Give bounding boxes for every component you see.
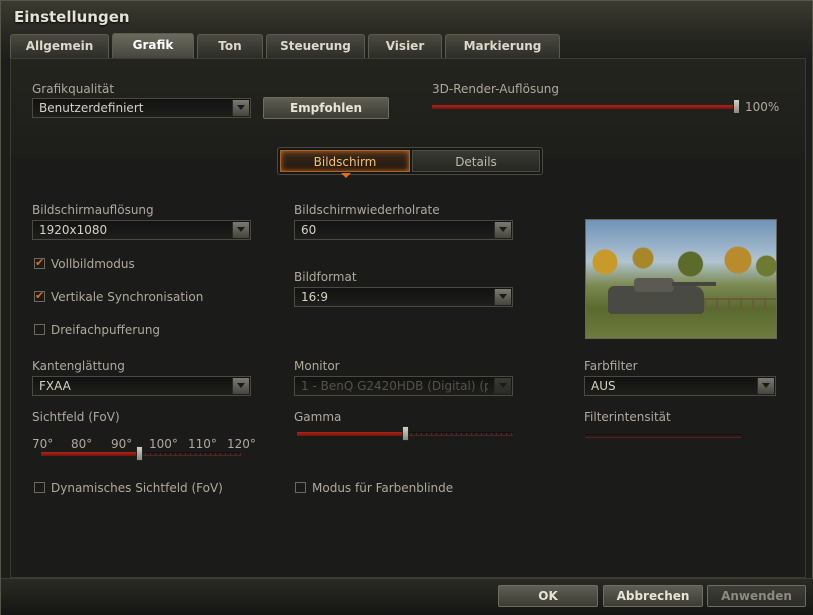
dynamic-fov-checkbox[interactable]: Dynamisches Sichtfeld (FoV) [34,481,254,495]
chevron-down-icon[interactable] [494,289,511,305]
fullscreen-checkbox[interactable]: Vollbildmodus [34,256,234,271]
chevron-down-icon[interactable] [232,100,249,116]
colorblind-checkbox[interactable]: Modus für Farbenblinde [295,481,495,495]
apply-button[interactable]: Anwenden [707,585,806,607]
preview-image [585,219,777,339]
vsync-checkbox[interactable]: Vertikale Synchronisation [34,289,254,304]
gun-shape [672,282,716,286]
graphics-quality-select[interactable]: Benutzerdefiniert [32,98,251,118]
chevron-down-icon[interactable] [232,222,249,238]
settings-panel: Grafikqualität Benutzerdefiniert Empfohl… [10,58,806,578]
checkbox-icon[interactable] [295,482,306,493]
window-title: Einstellungen [14,8,130,26]
chevron-down-icon[interactable] [494,222,511,238]
turret-shape [634,278,674,292]
ok-button[interactable]: OK [498,585,598,607]
resolution-value: 1920x1080 [39,223,108,237]
tab-visier[interactable]: Visier [368,34,442,58]
settings-window: Einstellungen Allgemein Grafik Ton Steue… [0,0,813,615]
slider-thumb[interactable] [733,99,740,114]
monitor-select: 1 - BenQ G2420HDB (Digital) (prima [294,376,513,396]
color-filter-select[interactable]: AUS [584,376,776,396]
triple-buffering-checkbox[interactable]: Dreifachpufferung [34,323,234,337]
slider-thumb[interactable] [402,426,409,441]
aspect-ratio-select[interactable]: 16:9 [294,287,513,307]
fov-slider[interactable] [41,446,241,461]
monitor-value: 1 - BenQ G2420HDB (Digital) (prima [301,379,488,393]
antialiasing-label: Kantenglättung [32,359,125,373]
vsync-label: Vertikale Synchronisation [51,290,204,304]
graphics-quality-label: Grafikqualität [32,82,115,96]
checkbox-icon[interactable] [34,256,45,269]
checkbox-icon[interactable] [34,324,45,335]
triple-buffering-label: Dreifachpufferung [51,323,161,337]
tab-details[interactable]: Details [412,150,540,172]
recommended-button[interactable]: Empfohlen [263,97,389,119]
render-resolution-slider[interactable] [432,99,740,114]
monitor-label: Monitor [294,359,340,373]
chevron-down-icon [494,378,511,394]
aspect-ratio-label: Bildformat [294,270,357,284]
tab-steuerung[interactable]: Steuerung [266,34,365,58]
resolution-select[interactable]: 1920x1080 [32,220,251,240]
slider-fill [432,105,733,109]
gamma-slider[interactable] [297,426,513,441]
colorblind-label: Modus für Farbenblinde [312,481,454,495]
color-filter-value: AUS [591,379,616,393]
aspect-ratio-value: 16:9 [301,290,328,304]
fence-shape [704,298,776,310]
slider-thumb[interactable] [136,446,143,461]
refresh-rate-select[interactable]: 60 [294,220,513,240]
slider-fill [41,452,136,456]
slider-track [585,434,741,438]
view-switcher: Bildschirm Details [277,147,543,175]
tab-bildschirm[interactable]: Bildschirm [280,150,410,172]
fov-label: Sichtfeld (FoV) [32,410,120,424]
filter-intensity-label: Filterintensität [584,410,671,424]
cancel-button[interactable]: Abbrechen [603,585,703,607]
preview-trees [586,238,776,278]
filter-intensity-slider [585,431,741,441]
tab-ton[interactable]: Ton [197,34,263,58]
resolution-label: Bildschirmauflösung [32,203,154,217]
footer-bar: OK Abbrechen Anwenden [1,578,813,615]
tab-grafik[interactable]: Grafik [112,33,194,59]
gamma-label: Gamma [294,410,342,424]
caret-down-icon [341,173,351,178]
antialiasing-select[interactable]: FXAA [32,376,251,396]
render-resolution-value: 100% [745,100,780,114]
refresh-rate-label: Bildschirmwiederholrate [294,203,440,217]
chevron-down-icon[interactable] [757,378,774,394]
refresh-rate-value: 60 [301,223,317,237]
checkbox-icon[interactable] [34,289,45,302]
antialiasing-value: FXAA [39,379,71,393]
color-filter-label: Farbfilter [584,359,638,373]
graphics-quality-value: Benutzerdefiniert [39,101,144,115]
render-resolution-label: 3D-Render-Auflösung [432,82,560,96]
checkbox-icon[interactable] [34,482,45,493]
tab-markierung[interactable]: Markierung [445,34,560,58]
dynamic-fov-label: Dynamisches Sichtfeld (FoV) [51,481,223,495]
tab-allgemein[interactable]: Allgemein [10,34,109,58]
fullscreen-label: Vollbildmodus [51,257,135,271]
slider-fill [297,432,402,436]
chevron-down-icon[interactable] [232,378,249,394]
